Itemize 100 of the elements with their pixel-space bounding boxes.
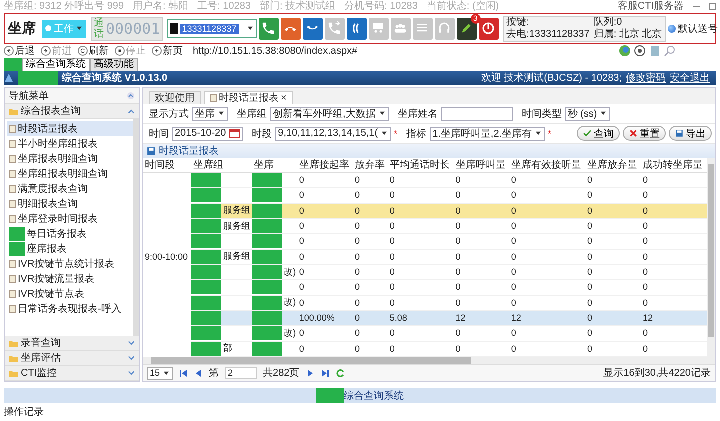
next-page-icon[interactable] bbox=[306, 368, 315, 378]
table-cell: 0 bbox=[643, 252, 648, 262]
menu-item[interactable]: 坐席组报表明细查询 bbox=[7, 166, 133, 181]
screen-icon bbox=[371, 21, 386, 36]
caret-icon bbox=[163, 370, 170, 376]
table-cell: 0 bbox=[587, 328, 592, 338]
table-cell: 0 bbox=[511, 328, 516, 338]
date-field[interactable]: 2015-10-20 bbox=[172, 126, 244, 140]
menu-section[interactable]: 综合报表查询 bbox=[5, 104, 139, 119]
collapse-icon[interactable] bbox=[127, 92, 135, 100]
refresh-button[interactable]: 刷新 bbox=[78, 44, 109, 58]
table-cell: 0 bbox=[643, 175, 648, 186]
back-button[interactable]: 后退 bbox=[4, 44, 35, 58]
table-row[interactable]: 0 0 0 0 0 0 0 bbox=[143, 234, 707, 250]
menu-section[interactable]: CTI监控 bbox=[5, 366, 139, 381]
field-label: 指标 bbox=[406, 128, 427, 140]
content-tab[interactable]: 欢迎使用 bbox=[149, 91, 201, 104]
table-cell: 0 bbox=[354, 206, 360, 216]
menu-item[interactable]: 明细报表查询 bbox=[7, 196, 133, 211]
table-cell: 0 bbox=[354, 236, 360, 246]
input-field[interactable] bbox=[440, 106, 513, 120]
scrollbar[interactable] bbox=[143, 357, 715, 364]
table-row[interactable]: 改) 0 0 0 0 0 0 0 bbox=[143, 326, 707, 342]
table-cell: 0 bbox=[299, 282, 304, 292]
table-row[interactable]: 0 0 0 0 0 0 0 bbox=[143, 280, 707, 296]
chevron-icon[interactable] bbox=[128, 108, 135, 114]
number-select[interactable]: 13331128337 bbox=[167, 19, 257, 38]
new-button[interactable]: 新页 bbox=[152, 44, 183, 58]
redaction-block bbox=[252, 265, 282, 280]
table-cell: 0 bbox=[511, 221, 516, 232]
table-row[interactable]: 100.00% 0 5.08 12 12 0 12 bbox=[143, 310, 707, 326]
caret-icon bbox=[381, 131, 388, 136]
consult-button[interactable] bbox=[346, 18, 367, 40]
table-row[interactable]: 9:00-10:00 服务组 0 0 0 0 0 0 0 bbox=[143, 249, 707, 264]
power-button[interactable] bbox=[478, 18, 499, 40]
select-field[interactable]: 9,10,11,12,13,14,15,1( bbox=[275, 126, 392, 140]
menu-item[interactable]: 满意度报表查询 bbox=[7, 181, 133, 196]
table-cell: 0 bbox=[587, 344, 592, 354]
last-page-icon[interactable] bbox=[320, 368, 330, 378]
app-tab[interactable]: 高级功能 bbox=[90, 58, 138, 71]
app-tab[interactable]: 综合查询系统 bbox=[22, 58, 90, 71]
menu-item[interactable]: 坐席登录时间报表 bbox=[7, 211, 133, 226]
caret-icon bbox=[535, 131, 542, 136]
first-page-icon[interactable] bbox=[179, 368, 188, 378]
search-button[interactable]: 查询 bbox=[577, 126, 620, 141]
refresh-icon[interactable] bbox=[336, 368, 345, 378]
chevron-icon[interactable] bbox=[128, 340, 135, 346]
redaction-block bbox=[191, 250, 222, 264]
refresh-icon bbox=[78, 46, 88, 56]
scrollbar[interactable] bbox=[707, 158, 715, 357]
reset-button[interactable]: 重置 bbox=[623, 126, 666, 141]
status-text: 分机号码: 10283 bbox=[344, 0, 418, 13]
globe-icon[interactable] bbox=[619, 45, 631, 57]
header-link[interactable]: 修改密码 bbox=[626, 71, 666, 85]
page-input[interactable]: 2 bbox=[225, 367, 258, 379]
menu-section[interactable]: 坐席评估 bbox=[5, 351, 139, 366]
menu-item[interactable]: 坐席报表明细查询 bbox=[7, 151, 133, 166]
menu-section[interactable]: 录音查询 bbox=[5, 336, 139, 351]
table-cell: 0 bbox=[643, 267, 648, 278]
table-cell: 0 bbox=[299, 267, 304, 278]
answer-button[interactable] bbox=[258, 18, 279, 40]
hangup-button[interactable] bbox=[280, 18, 301, 40]
table-row[interactable]: 服务组 0 0 0 0 0 0 0 bbox=[143, 218, 707, 234]
redaction-block bbox=[191, 280, 222, 294]
menu-item[interactable]: 半小时坐席组报表 bbox=[7, 136, 133, 151]
menu-item[interactable]: IVR按键流量报表 bbox=[7, 271, 133, 286]
calendar-icon[interactable] bbox=[229, 129, 240, 138]
forward-icon bbox=[41, 46, 51, 56]
caret-icon bbox=[378, 111, 386, 116]
page-size-select[interactable]: 15 bbox=[147, 366, 174, 380]
menu-item[interactable]: IVR按键节点表 bbox=[7, 286, 133, 301]
search-icon[interactable] bbox=[664, 45, 676, 57]
table-row[interactable]: 改) 0 0 0 0 0 0 0 bbox=[143, 295, 707, 310]
content-tab[interactable]: 时段话量报表 × bbox=[204, 91, 293, 104]
export-button[interactable]: 导出 bbox=[669, 126, 712, 141]
table-row[interactable]: 服务组 0 0 0 0 0 0 0 bbox=[143, 203, 707, 218]
close-icon[interactable]: × bbox=[281, 92, 287, 104]
header-link[interactable]: 安全退出 bbox=[670, 71, 710, 85]
chevron-icon[interactable] bbox=[128, 354, 135, 362]
table-row[interactable]: 0 0 0 0 0 0 0 bbox=[143, 172, 707, 188]
table-row[interactable]: 改) 0 0 0 0 0 0 0 bbox=[143, 264, 707, 280]
menu-item[interactable]: 座席报表 bbox=[7, 241, 133, 256]
menu-item[interactable]: IVR按键节点统计报表 bbox=[7, 256, 133, 271]
table-row[interactable]: 0 0 0 0 0 0 0 bbox=[143, 188, 707, 204]
table-cell: 0 bbox=[299, 252, 304, 262]
select-field[interactable]: 1.坐席呼叫量,2.坐席有 bbox=[430, 126, 546, 140]
redaction-block bbox=[191, 342, 222, 356]
select-field[interactable]: 秒 (ss) bbox=[564, 106, 610, 120]
table-cell: 0 bbox=[643, 206, 648, 216]
menu-item[interactable]: 日常话务表现报表-呼入 bbox=[7, 301, 133, 316]
target-icon[interactable] bbox=[634, 45, 646, 57]
menu-item[interactable]: 时段话量报表 bbox=[7, 121, 133, 136]
address-text[interactable]: http://10.151.15.38:8080/index.aspx# bbox=[193, 46, 358, 56]
restore-icon[interactable] bbox=[709, 2, 716, 10]
select-field[interactable]: 坐席 bbox=[192, 106, 228, 120]
previous-page-icon[interactable] bbox=[194, 368, 204, 378]
chevron-icon[interactable] bbox=[128, 370, 135, 376]
hold-button[interactable] bbox=[302, 18, 323, 40]
menu-item[interactable]: 每日话务报表 bbox=[7, 226, 133, 241]
select-field[interactable]: 创新看车外呼组,大数据 bbox=[270, 106, 389, 120]
